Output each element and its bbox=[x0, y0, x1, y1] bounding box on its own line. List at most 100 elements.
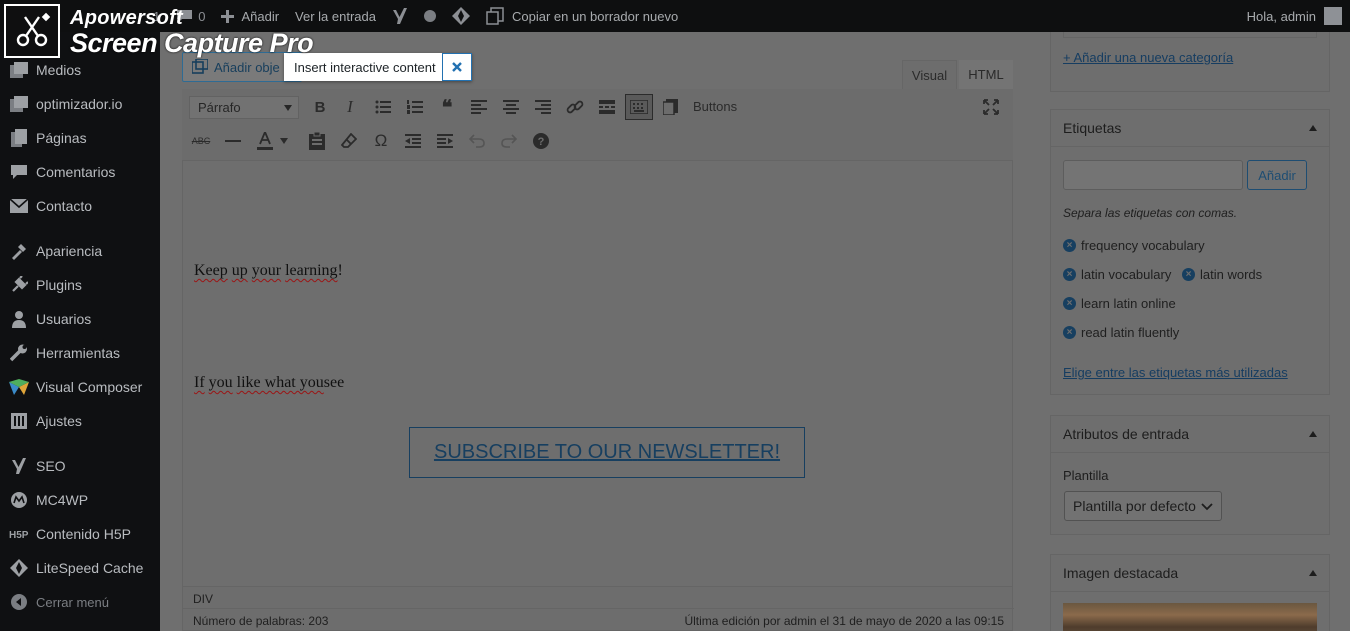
sidebar-item-seo[interactable]: SEO bbox=[0, 449, 160, 483]
sidebar-item-optimizador[interactable]: optimizador.io bbox=[0, 87, 160, 121]
featured-title: Imagen destacada bbox=[1063, 565, 1179, 581]
word: ! bbox=[337, 262, 343, 279]
watermark-brand: Apowersoft bbox=[70, 7, 183, 29]
align-right-button[interactable] bbox=[531, 95, 555, 119]
undo-button[interactable] bbox=[465, 129, 489, 153]
toolbar-toggle-button[interactable] bbox=[625, 94, 653, 120]
omega-icon: Ω bbox=[374, 131, 388, 150]
tab-visual[interactable]: Visual bbox=[902, 60, 957, 89]
tag-item: × latin vocabulary bbox=[1063, 267, 1171, 282]
sidebar-item-settings[interactable]: Ajustes bbox=[0, 404, 160, 438]
bold-icon: B bbox=[314, 98, 326, 116]
editor-content[interactable]: Keep up your learning! If you like what … bbox=[182, 161, 1013, 586]
chevron-down-icon bbox=[284, 105, 292, 111]
account-menu[interactable]: Hola, admin bbox=[1247, 7, 1350, 25]
svg-text:H5P: H5P bbox=[9, 530, 29, 540]
remove-tag-icon[interactable]: × bbox=[1063, 268, 1076, 281]
sidebar-item-label: optimizador.io bbox=[36, 96, 123, 112]
remove-tag-icon[interactable]: × bbox=[1063, 239, 1076, 252]
align-left-button[interactable] bbox=[467, 95, 491, 119]
template-label: Plantilla bbox=[1063, 468, 1109, 483]
paragraph-keep-learning: Keep up your learning! bbox=[194, 262, 343, 280]
clear-formatting-button[interactable] bbox=[337, 129, 361, 153]
tooltip-close-button[interactable] bbox=[442, 53, 472, 81]
template-select[interactable]: Plantilla por defecto bbox=[1064, 491, 1222, 521]
element-path[interactable]: DIV bbox=[193, 592, 213, 606]
attributes-header[interactable]: Atributos de entrada bbox=[1051, 416, 1329, 453]
featured-image-metabox: Imagen destacada bbox=[1050, 554, 1330, 631]
align-center-button[interactable] bbox=[499, 95, 523, 119]
seo-status-dot[interactable] bbox=[416, 0, 444, 32]
toggle-up-icon[interactable] bbox=[1309, 570, 1317, 576]
text-color-button[interactable] bbox=[253, 129, 277, 153]
fullscreen-button[interactable] bbox=[979, 95, 1003, 119]
newsletter-word: ! bbox=[774, 441, 781, 463]
redo-button[interactable] bbox=[497, 129, 521, 153]
format-select[interactable]: Párrafo bbox=[189, 96, 299, 119]
attributes-title: Atributos de entrada bbox=[1063, 426, 1190, 442]
remove-tag-icon[interactable]: × bbox=[1182, 268, 1195, 281]
choose-tags-link[interactable]: Elige entre las etiquetas más utilizadas bbox=[1063, 365, 1288, 380]
indent-button[interactable] bbox=[433, 129, 457, 153]
tag-input[interactable] bbox=[1063, 160, 1243, 190]
copy-draft-link[interactable]: Copiar en un borrador nuevo bbox=[478, 0, 686, 32]
help-button[interactable]: ? bbox=[529, 129, 553, 153]
tab-html[interactable]: HTML bbox=[959, 60, 1013, 89]
toggle-up-icon[interactable] bbox=[1309, 431, 1317, 437]
outdent-icon bbox=[405, 134, 421, 148]
visual-composer-icon bbox=[9, 377, 29, 397]
buttons-label[interactable]: Buttons bbox=[693, 99, 737, 114]
sidebar-item-users[interactable]: Usuarios bbox=[0, 302, 160, 336]
sidebar-item-mc4wp[interactable]: MC4WP bbox=[0, 483, 160, 517]
tags-header[interactable]: Etiquetas bbox=[1051, 110, 1329, 147]
keyboard-icon bbox=[630, 100, 648, 114]
strikethrough-button[interactable]: ABC bbox=[189, 129, 213, 153]
italic-button[interactable]: I bbox=[338, 95, 362, 119]
sidebar-item-h5p[interactable]: H5P Contenido H5P bbox=[0, 517, 160, 551]
bold-button[interactable]: B bbox=[308, 95, 332, 119]
sidebar-item-label: Comentarios bbox=[36, 164, 116, 180]
h5p-content-button[interactable] bbox=[659, 95, 683, 119]
sidebar-item-appearance[interactable]: Apariencia bbox=[0, 234, 160, 268]
remove-tag-icon[interactable]: × bbox=[1063, 297, 1076, 310]
sidebar-item-comments[interactable]: Comentarios bbox=[0, 155, 160, 189]
featured-image-thumbnail[interactable] bbox=[1063, 603, 1317, 631]
collapse-menu-button[interactable]: Cerrar menú bbox=[0, 585, 160, 619]
format-select-value: Párrafo bbox=[198, 100, 241, 115]
sidebar-item-tools[interactable]: Herramientas bbox=[0, 336, 160, 370]
redo-icon bbox=[501, 134, 517, 148]
yoast-seo-menu[interactable] bbox=[384, 0, 416, 32]
bullet-list-button[interactable] bbox=[371, 95, 395, 119]
remove-tag-icon[interactable]: × bbox=[1063, 326, 1076, 339]
text-color-dropdown[interactable] bbox=[277, 129, 291, 153]
sidebar-item-litespeed[interactable]: LiteSpeed Cache bbox=[0, 551, 160, 585]
add-tag-button[interactable]: Añadir bbox=[1247, 160, 1307, 190]
admin-sidebar: Medios optimizador.io Páginas Comentario… bbox=[0, 32, 160, 631]
litespeed-menu[interactable] bbox=[444, 0, 478, 32]
apowersoft-watermark: Apowersoft Screen Capture Pro bbox=[4, 4, 314, 60]
paragraph-subscribe: If you like what yousee bbox=[194, 374, 344, 392]
featured-header[interactable]: Imagen destacada bbox=[1051, 555, 1329, 592]
outdent-button[interactable] bbox=[401, 129, 425, 153]
special-character-button[interactable]: Ω bbox=[369, 129, 393, 153]
sidebar-item-contact[interactable]: Contacto bbox=[0, 189, 160, 223]
pages-icon bbox=[9, 128, 29, 148]
newsletter-button[interactable]: SUBSCRIBE TO OUR NEWSLETTER! bbox=[409, 427, 805, 478]
insert-link-button[interactable] bbox=[563, 95, 587, 119]
read-more-button[interactable] bbox=[595, 95, 619, 119]
sidebar-item-pages[interactable]: Páginas bbox=[0, 121, 160, 155]
add-category-link[interactable]: + Añadir una nueva categoría bbox=[1063, 50, 1233, 65]
sidebar-item-label: Apariencia bbox=[36, 243, 103, 259]
greeting: Hola, admin bbox=[1246, 8, 1316, 24]
appearance-icon bbox=[9, 241, 29, 261]
categories-list-bottom bbox=[1063, 32, 1317, 38]
paste-text-button[interactable] bbox=[305, 129, 329, 153]
toggle-up-icon[interactable] bbox=[1309, 125, 1317, 131]
blockquote-button[interactable]: ❝ bbox=[435, 95, 459, 119]
sidebar-item-visual-composer[interactable]: Visual Composer bbox=[0, 370, 160, 404]
read-more-icon bbox=[599, 100, 615, 114]
sidebar-item-label: Contacto bbox=[36, 198, 93, 214]
numbered-list-button[interactable] bbox=[403, 95, 427, 119]
horizontal-line-button[interactable] bbox=[221, 129, 245, 153]
sidebar-item-plugins[interactable]: Plugins bbox=[0, 268, 160, 302]
